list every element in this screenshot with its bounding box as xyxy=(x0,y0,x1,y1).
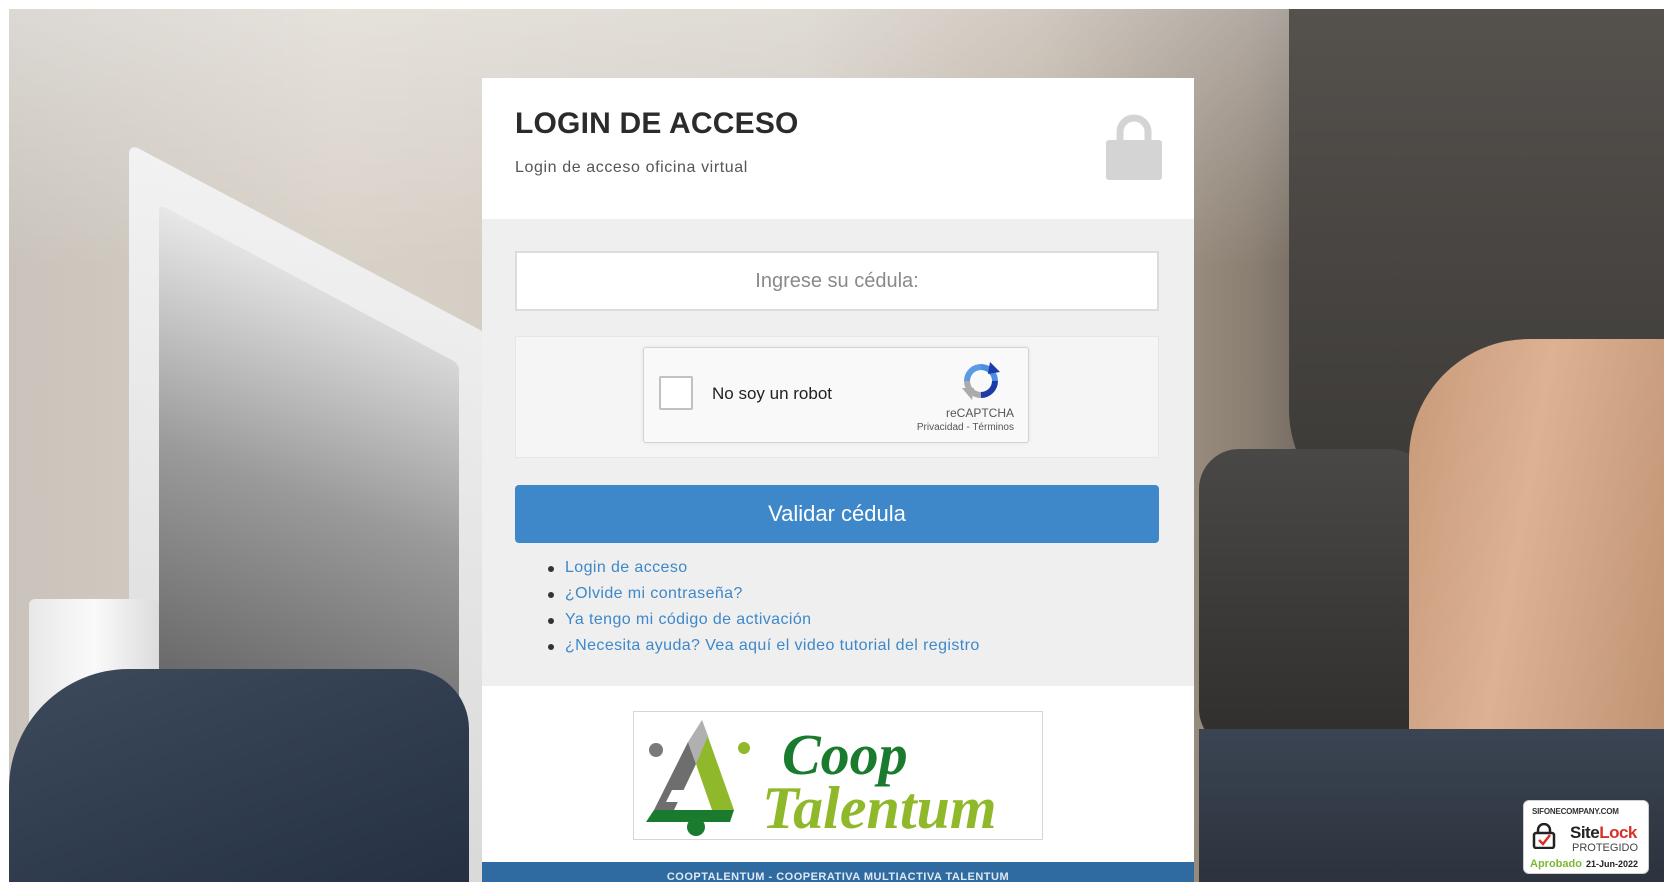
cooptalentum-logo: Coop Talentum xyxy=(633,711,1043,841)
validate-cedula-button[interactable]: Validar cédula xyxy=(515,485,1159,543)
recaptcha-checkbox[interactable] xyxy=(659,376,693,410)
recaptcha-separator: - xyxy=(963,422,973,433)
activation-code-link[interactable]: Ya tengo mi código de activación xyxy=(565,611,811,628)
help-links: Login de acceso ¿Olvide mi contraseña? Y… xyxy=(515,555,980,659)
login-form: No soy un robot reCAPTCHA Privacidad - T… xyxy=(482,219,1194,686)
recaptcha-label: No soy un robot xyxy=(712,384,833,403)
sitelock-date: 21-Jun-2022 xyxy=(1586,859,1639,869)
recaptcha-terms-link[interactable]: Términos xyxy=(972,422,1014,433)
sitelock-brand-lock: Lock xyxy=(1599,823,1637,842)
logo-area: Coop Talentum xyxy=(482,686,1194,882)
forgot-password-link[interactable]: ¿Olvide mi contraseña? xyxy=(565,585,743,602)
list-item: ¿Olvide mi contraseña? xyxy=(548,581,980,607)
sitelock-domain: SIFONECOMPANY.COM xyxy=(1532,807,1619,816)
cooptalentum-logo-image: Coop Talentum xyxy=(646,720,997,841)
list-item: ¿Necesita ayuda? Vea aquí el video tutor… xyxy=(548,633,980,659)
sitelock-badge[interactable]: SIFONECOMPANY.COM SiteLock PROTEGIDO Apr… xyxy=(1523,800,1649,874)
recaptcha-links: Privacidad - Términos xyxy=(917,422,1014,433)
captcha-container: No soy un robot reCAPTCHA Privacidad - T… xyxy=(515,336,1159,458)
recaptcha-privacy-link[interactable]: Privacidad xyxy=(917,422,964,433)
list-item: Ya tengo mi código de activación xyxy=(548,607,980,633)
video-tutorial-link[interactable]: ¿Necesita ayuda? Vea aquí el video tutor… xyxy=(565,637,980,654)
login-link[interactable]: Login de acceso xyxy=(565,559,688,576)
sitelock-brand: SiteLock xyxy=(1570,823,1637,843)
lock-icon xyxy=(1106,114,1162,180)
sitelock-status: PROTEGIDO xyxy=(1572,842,1639,854)
cedula-input[interactable] xyxy=(515,251,1159,311)
sitelock-approved: Aprobado xyxy=(1530,858,1582,870)
sitelock-brand-site: Site xyxy=(1570,823,1600,842)
page-subtitle: Login de acceso oficina virtual xyxy=(515,159,748,176)
recaptcha-brand: reCAPTCHA xyxy=(945,406,1014,420)
page-title: LOGIN DE ACCESO xyxy=(515,107,799,140)
card-header: LOGIN DE ACCESO Login de acceso oficina … xyxy=(482,78,1194,219)
footer-bar: COOPTALENTUM - COOPERATIVA MULTIACTIVA T… xyxy=(482,862,1194,882)
sitelock-lock-icon xyxy=(1532,823,1556,849)
recaptcha-logo-icon xyxy=(962,362,1000,400)
logo-line2: Talentum xyxy=(762,775,997,839)
login-card: LOGIN DE ACCESO Login de acceso oficina … xyxy=(482,78,1194,882)
list-item: Login de acceso xyxy=(548,555,980,581)
recaptcha-widget: No soy un robot reCAPTCHA Privacidad - T… xyxy=(643,347,1029,443)
